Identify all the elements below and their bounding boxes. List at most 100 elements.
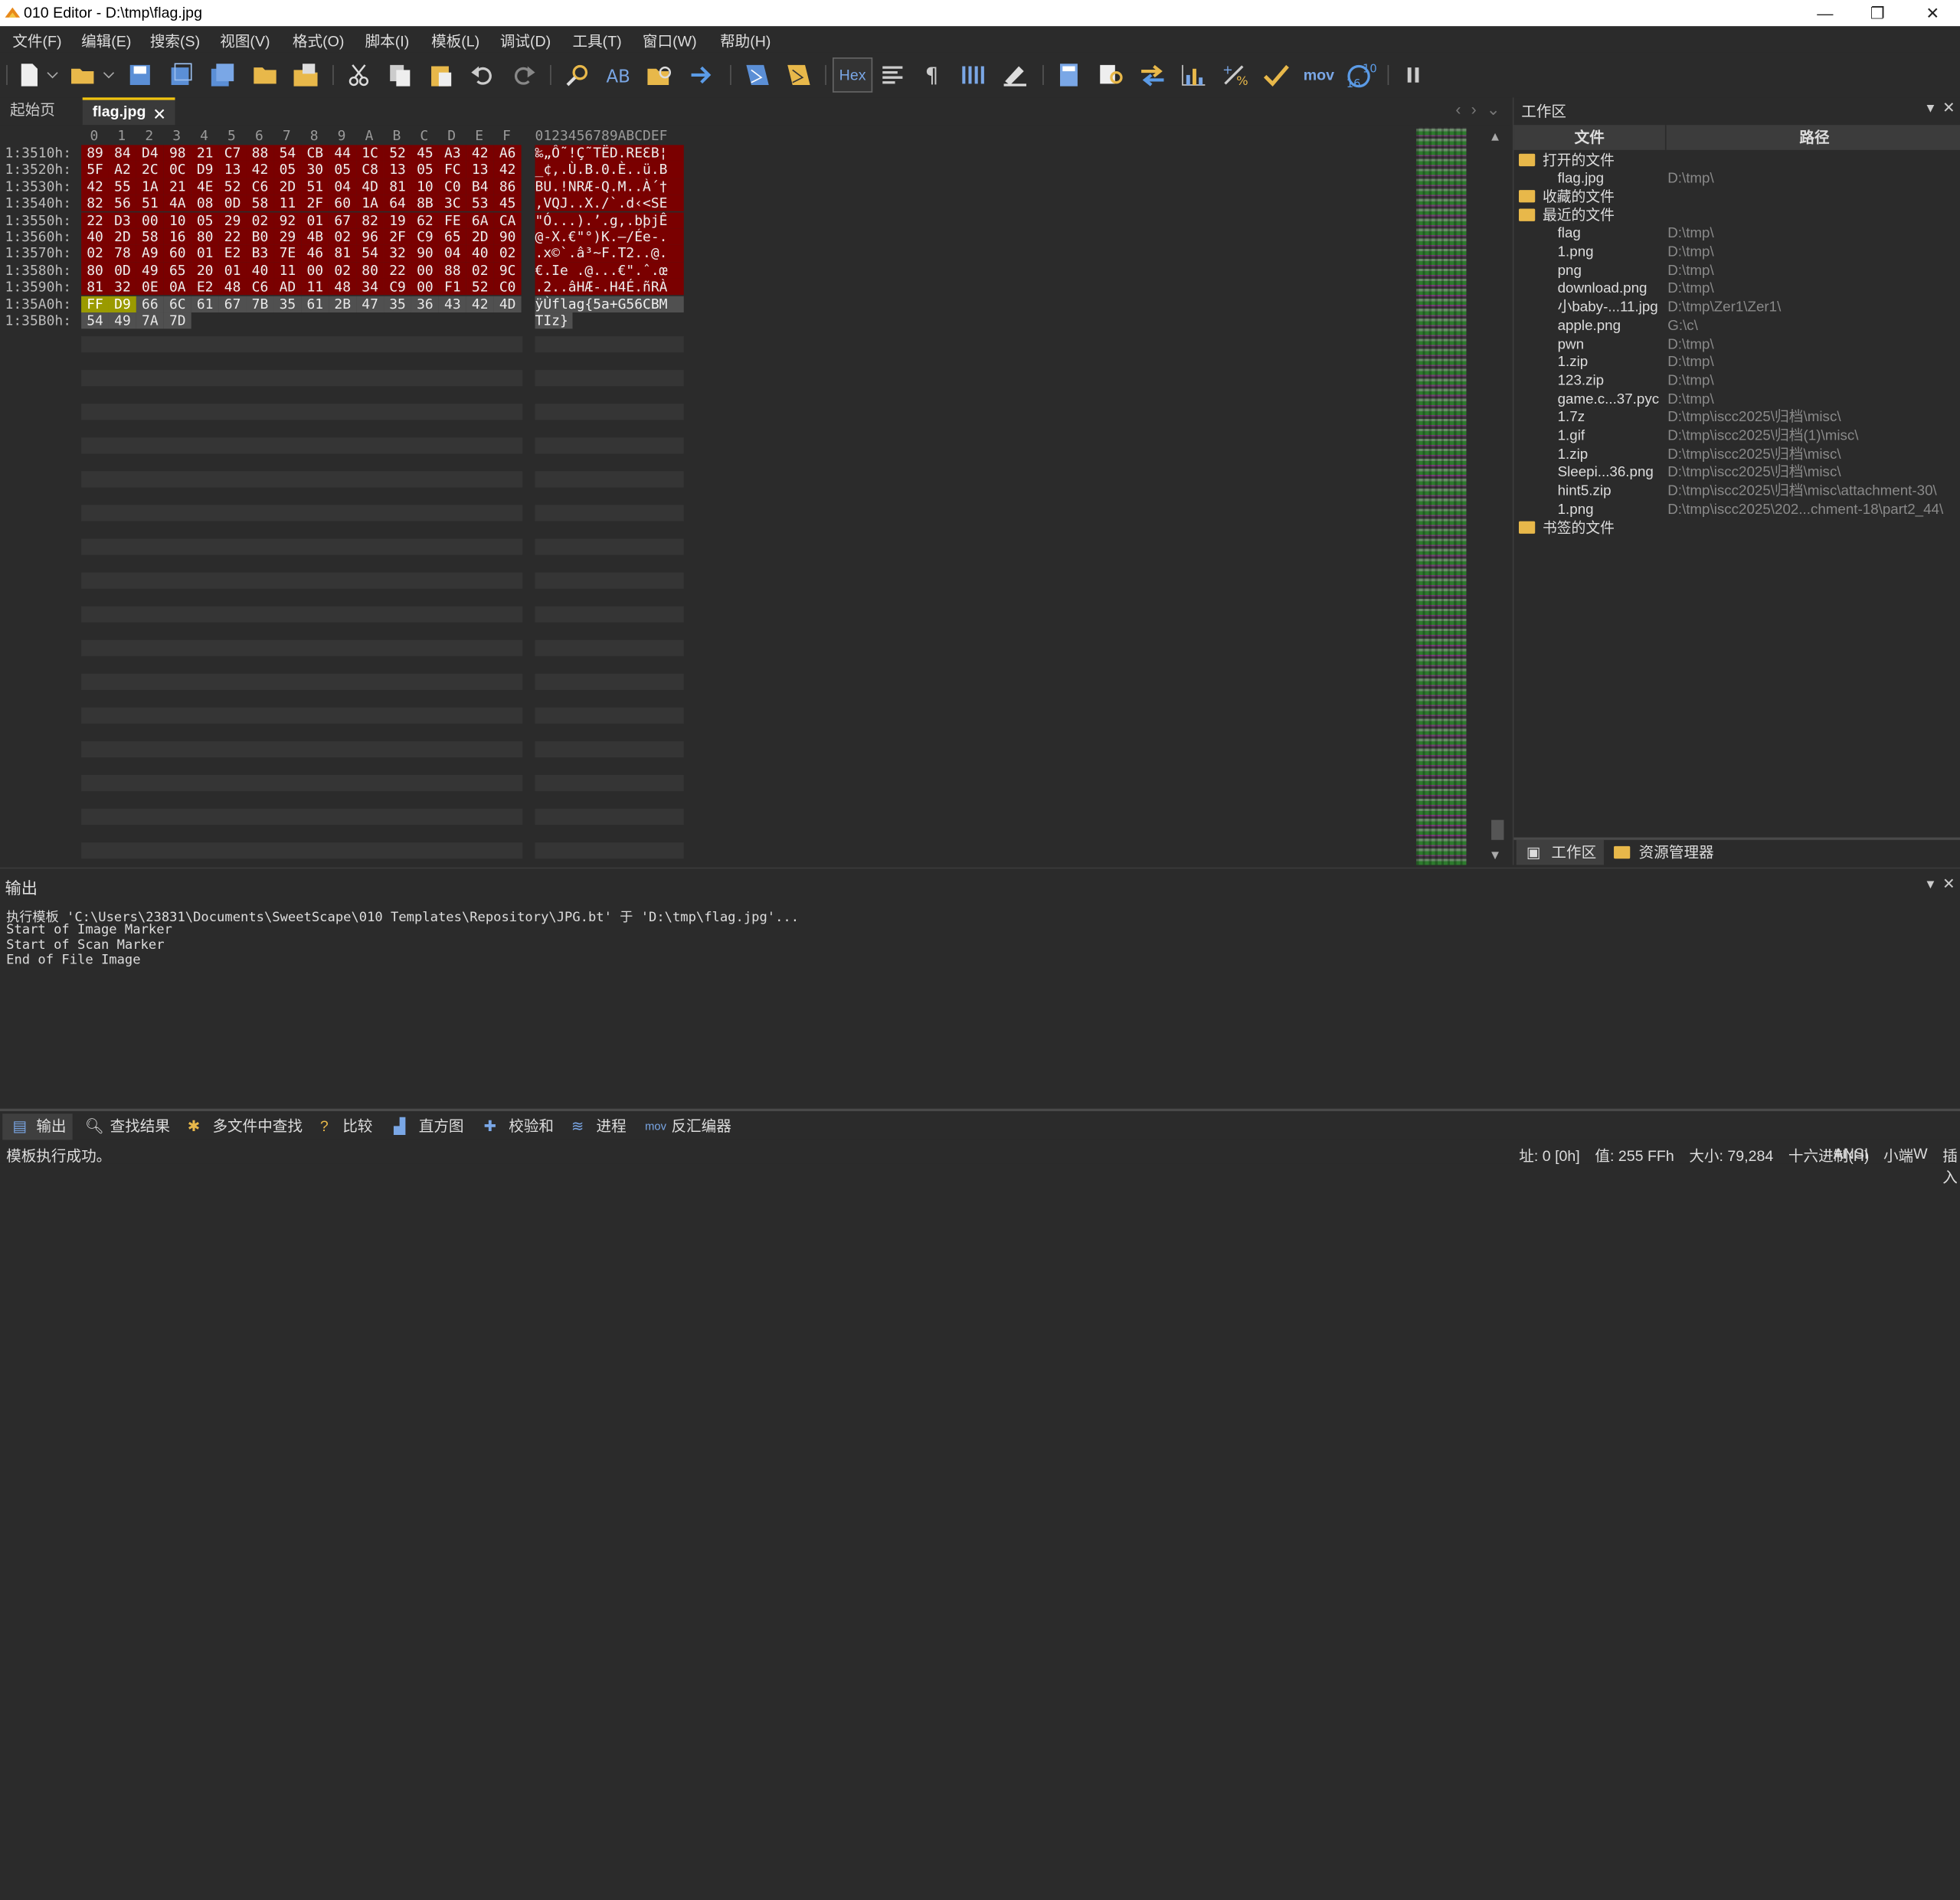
hex-byte[interactable]: 7E (273, 245, 302, 263)
highlight-icon[interactable] (999, 59, 1031, 91)
hex-byte[interactable]: 88 (246, 145, 274, 162)
tree-file-name[interactable]: 小baby-...11.jpg (1558, 299, 1658, 317)
tree-file-name[interactable]: 1.zip (1558, 354, 1589, 372)
hex-editor[interactable]: 0123456789ABCDEF 0123456789ABCDEF 1:3510… (0, 125, 1510, 865)
save-icon[interactable] (124, 59, 156, 91)
hex-byte[interactable]: 60 (329, 195, 357, 212)
vertical-scrollbar[interactable]: ▲ ▼ (1487, 125, 1507, 865)
tree-file-name[interactable]: flag (1558, 225, 1581, 244)
goto-icon[interactable] (685, 59, 717, 91)
hex-byte[interactable]: B0 (246, 228, 274, 246)
panel-menu-icon[interactable]: ▾ (1926, 99, 1934, 116)
hex-byte[interactable]: 2F (384, 228, 411, 246)
hex-byte[interactable]: 00 (411, 262, 439, 280)
menu-script[interactable]: 脚本(I) (365, 30, 410, 51)
text-row[interactable]: BU.!NRÆ-Q.M..À´† (535, 178, 684, 195)
hex-byte[interactable]: 49 (136, 262, 164, 280)
hex-byte[interactable]: 2C (136, 162, 164, 178)
hex-byte[interactable]: 4A (163, 195, 191, 212)
hex-byte[interactable]: 58 (136, 228, 164, 246)
scroll-up-icon[interactable]: ▲ (1491, 130, 1499, 144)
disassembler-button[interactable]: mov (1301, 59, 1337, 91)
hex-byte[interactable]: 30 (301, 162, 329, 178)
text-row[interactable]: €.Ie .@...€".ˆ.œ (535, 262, 684, 280)
hex-byte[interactable]: 9C (493, 262, 522, 280)
hex-byte[interactable]: 67 (218, 296, 247, 312)
tab-disassembler[interactable]: mov 反汇编器 (645, 1114, 731, 1140)
hex-byte[interactable]: 81 (384, 178, 411, 195)
tab-find-results[interactable]: 🔍︎ 查找结果 (85, 1114, 170, 1140)
hex-byte[interactable]: D3 (108, 211, 136, 229)
tab-histogram[interactable]: ▟ 直方图 (394, 1114, 463, 1140)
tree-group-bookmarked[interactable]: 书签的文件 (1519, 519, 1615, 538)
tab-next-icon[interactable]: › (1471, 100, 1477, 119)
tab-start-page[interactable]: 起始页 (0, 97, 80, 125)
menu-file[interactable]: 文件(F) (12, 30, 61, 51)
hex-byte[interactable]: 44 (329, 145, 357, 162)
hex-byte[interactable]: 45 (411, 145, 439, 162)
hex-byte[interactable]: 0D (218, 195, 247, 212)
hex-byte[interactable]: 80 (356, 262, 384, 280)
hex-byte[interactable]: 52 (466, 279, 494, 296)
hex-byte[interactable]: 2D (108, 228, 136, 246)
hex-row[interactable]: 02 78 A9 60 01 E2 B3 7E 46 81 54 32 90 04 40 02 (81, 245, 522, 263)
hex-byte[interactable]: E2 (218, 245, 247, 263)
new-file-icon[interactable] (12, 59, 44, 91)
verify-icon[interactable] (1260, 59, 1292, 91)
tab-explorer[interactable]: 资源管理器 (1614, 840, 1752, 865)
menu-debug[interactable]: 调试(D) (500, 30, 551, 51)
hex-byte[interactable]: 51 (136, 195, 164, 212)
menu-template[interactable]: 模板(L) (431, 30, 479, 51)
menu-view[interactable]: 视图(V) (220, 30, 270, 51)
hex-byte[interactable]: 3C (438, 195, 466, 212)
cut-icon[interactable] (342, 59, 375, 91)
hex-byte[interactable]: 55 (108, 178, 136, 195)
hex-byte[interactable]: 00 (411, 279, 439, 296)
hex-byte[interactable]: 65 (163, 262, 191, 280)
tree-group-favorites[interactable]: 收藏的文件 (1519, 188, 1615, 207)
hex-byte[interactable]: B4 (466, 178, 494, 195)
hex-byte[interactable]: 02 (81, 245, 109, 263)
tree-file-name[interactable]: Sleepi...36.png (1558, 464, 1654, 482)
hex-byte[interactable]: 00 (301, 262, 329, 280)
base-converter-icon[interactable]: 10 16 (1343, 59, 1380, 91)
hex-byte[interactable]: 40 (81, 228, 109, 246)
hex-byte[interactable]: 08 (191, 195, 219, 212)
hex-byte[interactable]: C8 (356, 162, 384, 178)
workspace-folder-icon[interactable] (290, 59, 322, 91)
hex-byte[interactable]: FF (81, 296, 109, 312)
pause-icon[interactable] (1398, 59, 1430, 91)
hex-byte[interactable]: 82 (81, 195, 109, 212)
new-dropdown-icon[interactable] (44, 59, 61, 91)
tree-file-name[interactable]: 1.zip (1558, 446, 1589, 464)
hex-byte[interactable]: E2 (191, 279, 219, 296)
tree-file-name[interactable]: hint5.zip (1558, 482, 1612, 501)
hex-byte[interactable]: A3 (438, 145, 466, 162)
checksum-icon[interactable]: +% (1219, 59, 1251, 91)
tab-process[interactable]: ≋ 进程 (571, 1114, 627, 1140)
hex-byte[interactable]: C6 (246, 279, 274, 296)
hex-byte[interactable]: 34 (356, 279, 384, 296)
status-insert[interactable]: 插入 (1942, 1145, 1960, 1187)
hex-byte[interactable]: 78 (108, 245, 136, 263)
byte-minimap[interactable] (1416, 127, 1467, 865)
hex-row[interactable]: 80 0D 49 65 20 01 40 11 00 02 80 22 00 88 02 9C (81, 262, 522, 280)
hex-byte[interactable]: FC (438, 162, 466, 178)
status-encoding[interactable]: ANSI (1834, 1145, 1869, 1163)
hex-byte[interactable]: 48 (218, 279, 247, 296)
menu-format[interactable]: 格式(O) (293, 30, 344, 51)
inspector-icon[interactable] (1095, 59, 1127, 91)
hex-row[interactable]: 22 D3 00 10 05 29 02 92 01 67 82 19 62 FE 6A CA (81, 211, 522, 229)
hex-byte[interactable]: 4E (191, 178, 219, 195)
text-row[interactable]: "Ó...).’.g,.bþjÊ (535, 211, 684, 229)
hex-byte[interactable]: A2 (108, 162, 136, 178)
hex-byte[interactable]: 16 (163, 228, 191, 246)
hex-byte[interactable]: 80 (81, 262, 109, 280)
hex-byte[interactable]: 61 (191, 296, 219, 312)
tree-file-name[interactable]: 1.png (1558, 501, 1594, 519)
hex-byte[interactable]: 04 (438, 245, 466, 263)
text-row[interactable]: ‰„Ô˜!Ç˜TËD.REƐB¦ (535, 145, 684, 162)
hex-byte[interactable]: 84 (108, 145, 136, 162)
hex-byte[interactable]: 01 (301, 211, 329, 229)
hex-byte[interactable]: 11 (273, 262, 302, 280)
